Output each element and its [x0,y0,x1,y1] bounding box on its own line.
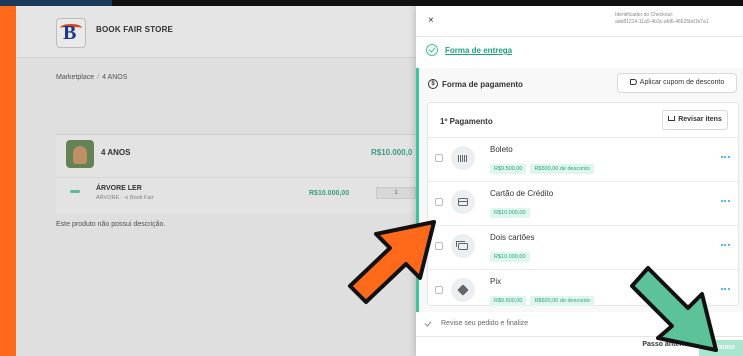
payment-section-title: Forma de pagamento [442,80,523,89]
method-discount-tag: R$500,00 de desconto [530,164,594,174]
apply-coupon-button[interactable]: Aplicar cupom de desconto [617,73,737,93]
check-circle-icon [426,44,438,56]
review-items-label: Revisar itens [678,116,722,123]
payment-card-title: 1º Pagamento [440,117,493,126]
cart-icon [668,116,676,121]
tag-icon [629,79,637,85]
screenshot-frame: B BOOK FAIR STORE Marketplace/4 ANOS 4 A… [0,0,743,356]
method-tags: R$10.000,00 [490,245,534,262]
dollar-circle-icon: $ [428,79,438,89]
apply-coupon-label: Aplicar cupom de desconto [639,79,725,86]
checkout-id-value: aab81214-11a5-4b3c-afd6-46625bd1b7a1 [615,18,709,25]
method-price-tag: R$9.500,00 [490,164,527,174]
more-dots-icon[interactable] [721,244,730,246]
method-tags: R$9.500,00 R$500,00 de desconto [490,289,598,306]
green-arrow-icon [630,266,718,352]
check-icon [424,319,432,327]
method-price-tag: R$10.000,00 [490,208,530,218]
step-delivery-label[interactable]: Forma de entrega [445,46,512,55]
method-name: Pix [490,277,502,286]
more-dots-icon[interactable] [721,200,730,202]
step-review-label: Revise seu pedido e finalize [441,320,529,327]
method-name: Cartão de Crédito [490,189,554,198]
pix-icon [451,278,475,302]
barcode-icon [451,146,475,170]
method-name: Dois cartões [490,233,535,242]
method-tags: R$9.500,00 R$500,00 de desconto [490,157,598,174]
more-dots-icon[interactable] [721,156,730,158]
payment-method-boleto[interactable]: Boleto R$9.500,00 R$500,00 de desconto [428,137,740,181]
method-price-tag: R$9.500,00 [490,296,527,306]
payment-method-credit-card[interactable]: Cartão de Crédito R$10.000,00 [428,181,740,225]
header-divider [416,36,743,37]
method-tags: R$10.000,00 [490,201,534,218]
orange-arrow-icon [348,220,436,304]
credit-card-icon [451,190,475,214]
method-discount-tag: R$500,00 de desconto [530,296,594,306]
two-cards-icon [451,234,475,258]
method-checkbox[interactable] [435,154,443,162]
review-items-button[interactable]: Revisar itens [662,110,728,130]
method-name: Boleto [490,145,513,154]
checkout-id: Identificador do Checkout: aab81214-11a5… [615,12,741,25]
method-price-tag: R$10.000,00 [490,252,530,262]
close-icon[interactable]: × [428,15,434,26]
